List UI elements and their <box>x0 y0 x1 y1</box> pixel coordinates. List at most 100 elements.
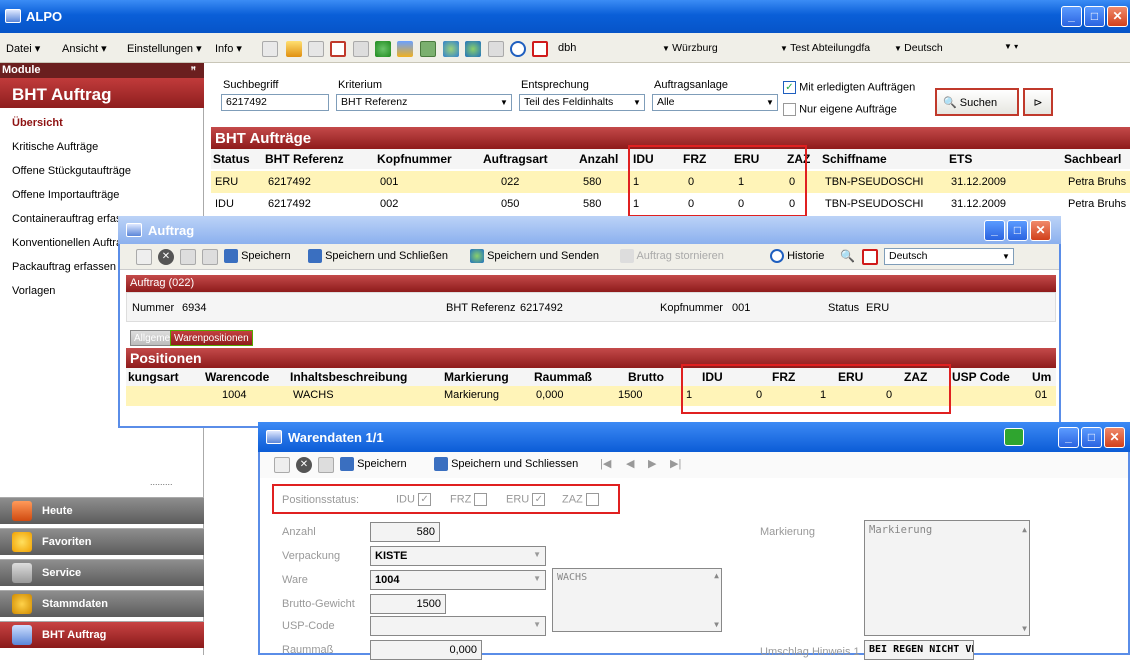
col-anzahl[interactable]: Anzahl <box>579 152 618 166</box>
auftrag-maximize-button[interactable]: □ <box>1007 220 1028 241</box>
col-um[interactable]: Um <box>1032 370 1051 384</box>
nur-eigene-checkbox[interactable]: Nur eigene Aufträge <box>783 103 897 116</box>
location-select[interactable]: ▼ Würzburg <box>658 41 758 58</box>
menu-ansicht[interactable]: Ansicht ▾ <box>62 42 107 55</box>
nav-offene-import[interactable]: Offene Importaufträge <box>12 189 119 201</box>
save-send-button[interactable]: Speichern und Senden <box>470 249 599 263</box>
markierung-field[interactable]: Markierung ▲ ▼ <box>864 520 1030 636</box>
nav-favoriten-button[interactable]: Favoriten <box>0 528 204 555</box>
delete-icon[interactable] <box>353 41 369 57</box>
col-auftragsart[interactable]: Auftragsart <box>483 152 548 166</box>
printer-icon[interactable] <box>1004 428 1024 446</box>
verpackung-select[interactable]: KISTE ▼ <box>370 546 546 566</box>
scroll-down-icon[interactable]: ▼ <box>1022 624 1027 633</box>
nav-kritische-auftraege[interactable]: Kritische Aufträge <box>12 141 98 153</box>
nav-heute-button[interactable]: Heute <box>0 497 204 524</box>
menu-info[interactable]: Info ▾ <box>215 42 242 55</box>
entsprechung-select[interactable]: Teil des Feldinhalts ▼ <box>519 94 645 111</box>
col-kungsart[interactable]: kungsart <box>128 370 179 384</box>
close-button[interactable]: ✕ <box>1107 6 1128 27</box>
brutto-field[interactable]: 1500 <box>370 594 446 614</box>
last-record-button[interactable]: ▶| <box>670 457 681 470</box>
auftragsanlage-select[interactable]: Alle ▼ <box>652 94 778 111</box>
pin-icon[interactable]: ꟸ <box>191 63 196 77</box>
status-frz-checkbox[interactable]: FRZ <box>450 493 488 506</box>
copy-icon[interactable] <box>180 249 196 265</box>
new-icon[interactable] <box>262 41 278 57</box>
mit-erledigten-checkbox[interactable]: ✓ Mit erledigten Aufträgen <box>783 81 915 94</box>
menu-einstellungen[interactable]: Einstellungen ▾ <box>127 42 202 55</box>
nav-uebersicht[interactable]: Übersicht <box>12 117 63 129</box>
col-bht-referenz[interactable]: BHT Referenz <box>265 152 344 166</box>
nav-stammdaten-button[interactable]: Stammdaten <box>0 590 204 617</box>
new-icon[interactable] <box>136 249 152 265</box>
minimize-button[interactable]: _ <box>1061 6 1082 27</box>
link-icon[interactable] <box>443 41 459 57</box>
status-eru-checkbox[interactable]: ERU ✓ <box>506 493 546 506</box>
language-select[interactable]: ▼ Deutsch <box>890 41 1018 58</box>
col-brutto[interactable]: Brutto <box>628 370 664 384</box>
col-raummass[interactable]: Raummaß <box>534 370 592 384</box>
cancel-icon[interactable]: ✕ <box>158 249 174 265</box>
prev-record-button[interactable]: ◀ <box>626 457 634 470</box>
col-ets[interactable]: ETS <box>949 152 972 166</box>
warendaten-minimize-button[interactable]: _ <box>1058 427 1079 448</box>
next-record-button[interactable]: ▶ <box>648 457 656 470</box>
usp-select[interactable]: ▼ <box>370 616 546 636</box>
status-zaz-checkbox[interactable]: ZAZ <box>562 493 599 506</box>
auftrag-language-select[interactable]: Deutsch ▼ <box>884 248 1014 265</box>
clock-icon[interactable] <box>510 41 526 57</box>
warendaten-maximize-button[interactable]: □ <box>1081 427 1102 448</box>
col-status[interactable]: Status <box>213 152 250 166</box>
copy-icon[interactable] <box>318 457 334 473</box>
cancel-icon[interactable]: ✕ <box>296 457 312 473</box>
auftrag-minimize-button[interactable]: _ <box>984 220 1005 241</box>
department-select[interactable]: ▼ Test Abteilungdfa <box>776 41 888 58</box>
save-button[interactable]: Speichern <box>340 457 407 471</box>
splitter-grip[interactable]: ......... <box>150 477 173 487</box>
export-button[interactable]: ⊳ <box>1023 88 1053 116</box>
tab-warenpositionen[interactable]: Warenpositionen <box>170 330 253 346</box>
col-sachbearbeiter[interactable]: Sachbearl <box>1064 152 1121 166</box>
scroll-up-icon[interactable]: ▲ <box>1022 525 1027 534</box>
save-button[interactable]: Speichern <box>224 249 291 263</box>
connect-icon[interactable] <box>465 41 481 57</box>
cancel-order-button[interactable]: Auftrag stornieren <box>620 249 724 263</box>
col-warencode[interactable]: Warencode <box>205 370 269 384</box>
col-schiffname[interactable]: Schiffname <box>822 152 887 166</box>
save-close-button[interactable]: Speichern und Schliessen <box>434 457 578 471</box>
new-icon[interactable] <box>274 457 290 473</box>
col-kopfnummer[interactable]: Kopfnummer <box>377 152 452 166</box>
anzahl-field[interactable]: 580 <box>370 522 440 542</box>
edit-icon[interactable] <box>286 41 302 57</box>
pdf-icon[interactable] <box>532 41 548 57</box>
delete-icon[interactable] <box>202 249 218 265</box>
history-button[interactable]: Historie <box>770 249 824 263</box>
umschlag-select[interactable]: BEI REGEN NICHT VERLA <box>864 640 974 660</box>
first-record-button[interactable]: |◀ <box>600 457 611 470</box>
pdf-icon[interactable] <box>862 249 878 265</box>
refresh-icon[interactable] <box>375 41 391 57</box>
nav-service-button[interactable]: Service <box>0 559 204 586</box>
col-usp-code[interactable]: USP Code <box>952 370 1010 384</box>
warendaten-close-button[interactable]: ✕ <box>1104 427 1125 448</box>
copy-icon[interactable] <box>308 41 324 57</box>
nav-bht-auftrag-button[interactable]: BHT Auftrag <box>0 621 204 648</box>
document-icon[interactable] <box>488 41 504 57</box>
col-inhaltsbeschreibung[interactable]: Inhaltsbeschreibung <box>290 370 407 384</box>
col-markierung[interactable]: Markierung <box>444 370 509 384</box>
language-dropdown-icon[interactable]: ▼ ▾ <box>1004 42 1018 51</box>
form-icon[interactable] <box>330 41 346 57</box>
status-idu-checkbox[interactable]: IDU ✓ <box>396 493 432 506</box>
nav-vorlagen[interactable]: Vorlagen <box>12 285 55 297</box>
save-close-button[interactable]: Speichern und Schließen <box>308 249 448 263</box>
auftrag-close-button[interactable]: ✕ <box>1030 220 1051 241</box>
maximize-button[interactable]: □ <box>1084 6 1105 27</box>
menu-datei[interactable]: Datei ▾ <box>6 42 40 55</box>
suchbegriff-input[interactable]: 6217492 <box>221 94 329 111</box>
raummass-field[interactable]: 0,000 <box>370 640 482 660</box>
nav-packauftrag[interactable]: Packauftrag erfassen <box>12 261 118 273</box>
search-icon[interactable]: 🔍 <box>840 249 856 265</box>
nav-konventionell[interactable]: Konventionellen Auftrag <box>12 237 118 249</box>
suchen-button[interactable]: 🔍 Suchen <box>935 88 1019 116</box>
